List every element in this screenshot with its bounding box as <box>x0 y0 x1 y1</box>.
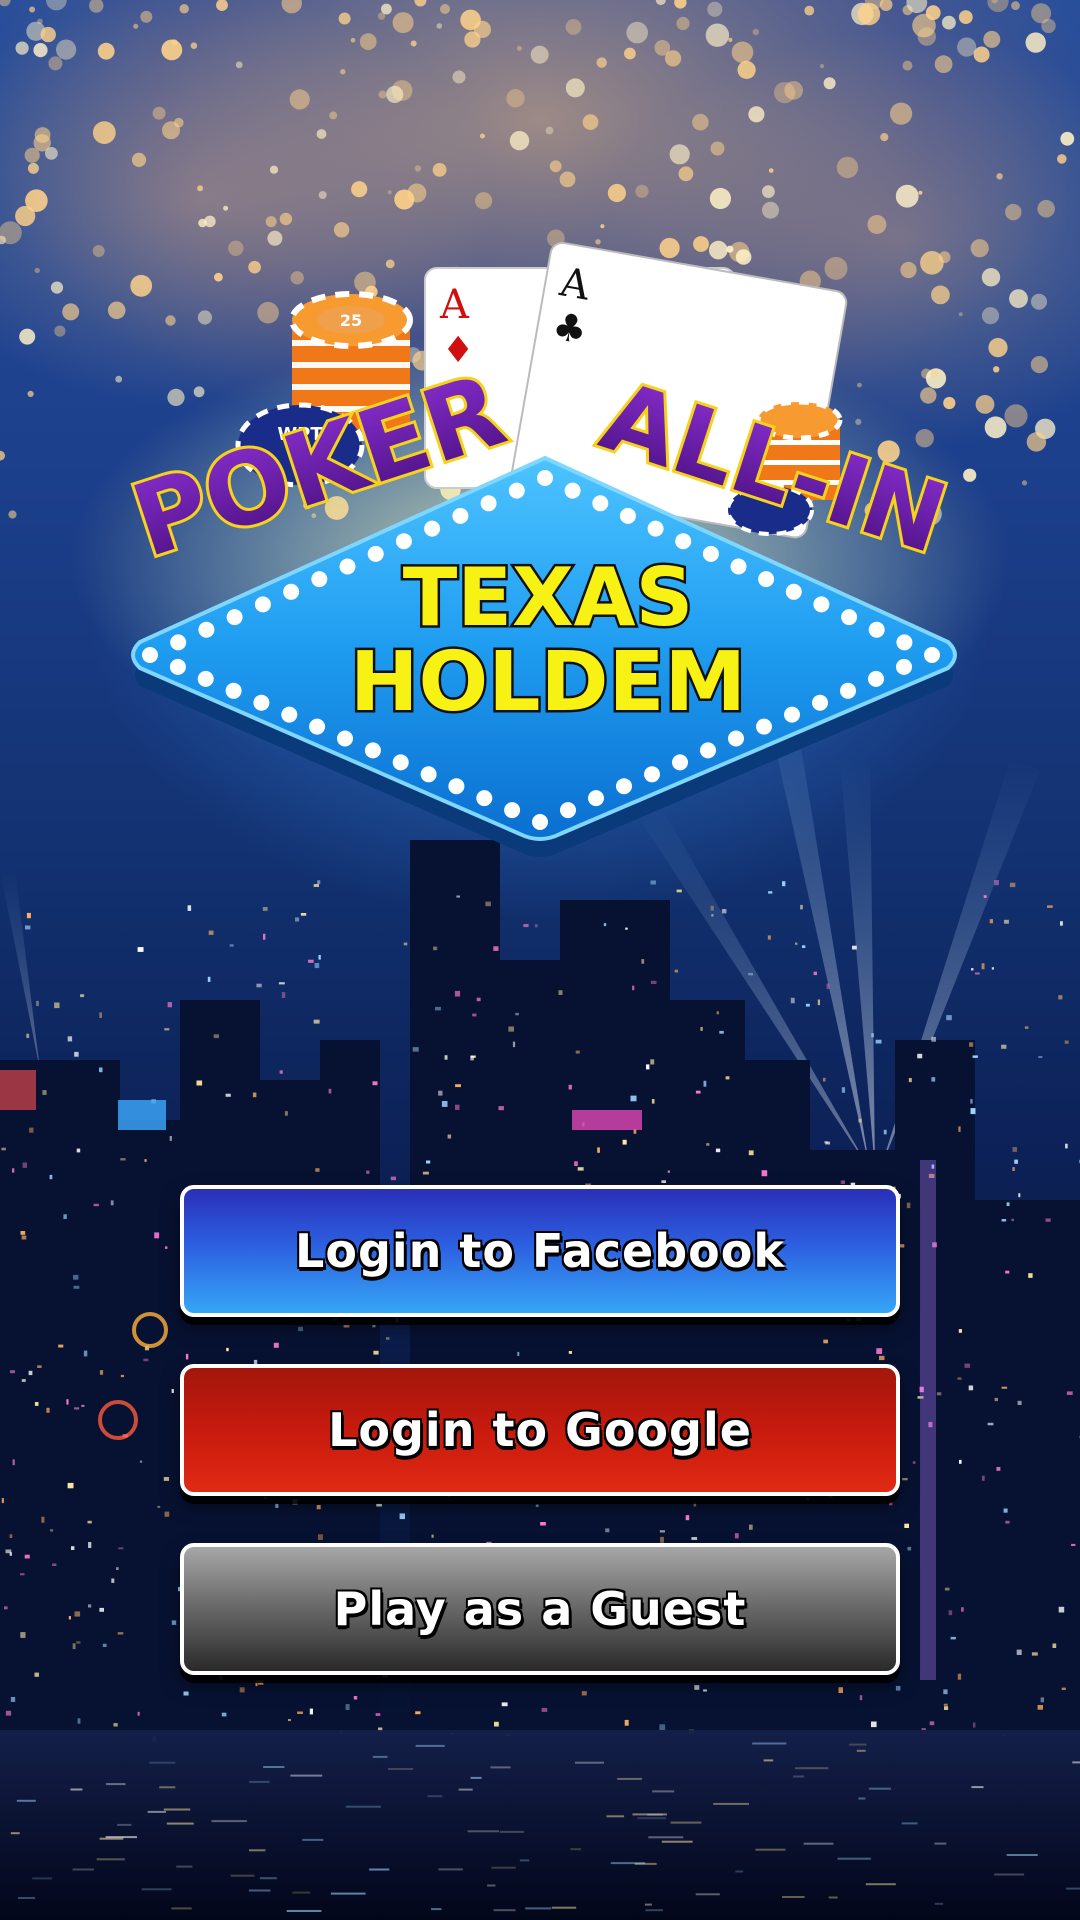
play-guest-button[interactable]: Play as a Guest <box>180 1543 900 1675</box>
title-holdem: HOLDEM <box>350 635 746 730</box>
svg-text:25: 25 <box>340 311 362 330</box>
game-logo: 25 WPT A ♦ A ♣ POKER ALL-IN TEXAS HOLDEM <box>70 241 1010 857</box>
login-facebook-button[interactable]: Login to Facebook <box>180 1185 900 1317</box>
login-facebook-label: Login to Facebook <box>295 1224 785 1278</box>
login-google-button[interactable]: Login to Google <box>180 1364 900 1496</box>
title-texas: TEXAS <box>403 551 693 644</box>
play-guest-label: Play as a Guest <box>333 1582 747 1636</box>
login-google-label: Login to Google <box>328 1403 752 1457</box>
light-beam <box>0 870 40 1070</box>
svg-text:A: A <box>439 282 470 328</box>
